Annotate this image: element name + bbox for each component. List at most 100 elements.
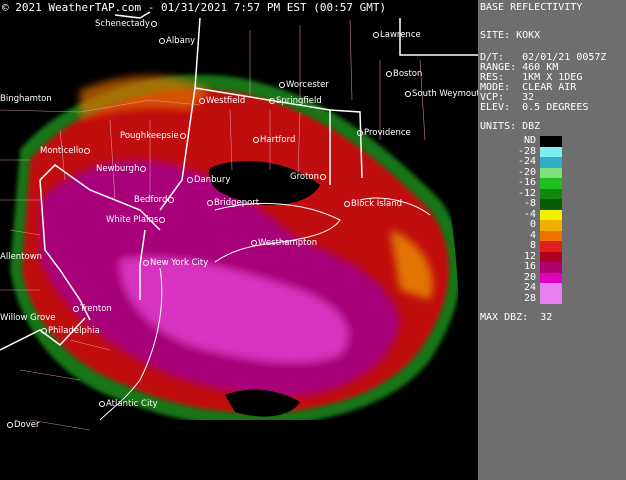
city-name: Westfield bbox=[206, 96, 246, 106]
legend-label: 8 bbox=[529, 240, 536, 251]
city-name: White Plains bbox=[106, 215, 159, 225]
city-name: Worcester bbox=[286, 80, 329, 90]
city-dot-icon bbox=[199, 97, 205, 104]
city-dot-icon bbox=[73, 305, 79, 312]
legend-label: -8 bbox=[523, 198, 536, 209]
city-name: Bridgeport bbox=[214, 198, 260, 208]
city-name: Westhampton bbox=[258, 238, 318, 248]
legend-swatch: 0 bbox=[530, 219, 562, 231]
city-dot-icon bbox=[251, 239, 257, 246]
legend-label: 0 bbox=[529, 219, 536, 230]
city-dot-icon bbox=[168, 196, 175, 203]
city-dot-icon bbox=[269, 97, 275, 104]
city-name: Trenton bbox=[80, 304, 112, 314]
max-dbz-line: MAX DBZ: 32 bbox=[480, 312, 553, 323]
city-dot-icon bbox=[84, 147, 91, 154]
city-label: Block Island bbox=[343, 199, 402, 209]
city-label: Westhampton bbox=[250, 238, 317, 248]
city-label: Providence bbox=[356, 128, 411, 138]
legend-label: 4 bbox=[529, 229, 536, 241]
city-dot-icon bbox=[179, 132, 186, 139]
city-label: New York City bbox=[142, 258, 208, 268]
legend-swatch: 12 bbox=[524, 251, 562, 262]
city-name: Albany bbox=[166, 36, 196, 46]
city-name: Boston bbox=[393, 69, 423, 79]
units-line: UNITS: DBZ bbox=[480, 121, 541, 132]
city-label: Monticello bbox=[40, 146, 91, 156]
legend-label: -4 bbox=[523, 208, 536, 220]
timestamp-banner: © 2021 WeatherTAP.com - 01/31/2021 7:57 … bbox=[2, 1, 387, 14]
city-dot-icon bbox=[207, 199, 213, 206]
legend-label: 12 bbox=[523, 250, 536, 262]
city-label: Westfield bbox=[198, 96, 245, 106]
legend-swatch: -8 bbox=[524, 198, 562, 210]
city-label: Bedford bbox=[134, 195, 175, 205]
city-label: Allentown bbox=[0, 252, 42, 262]
panel-title: BASE REFLECTIVITY bbox=[480, 2, 583, 13]
city-name: Allentown bbox=[0, 252, 43, 262]
city-name: Bedford bbox=[134, 195, 168, 205]
legend-label: ND bbox=[523, 135, 536, 146]
city-dot-icon bbox=[357, 129, 363, 136]
city-dot-icon bbox=[344, 200, 350, 207]
city-name: Dover bbox=[14, 420, 40, 430]
city-dot-icon bbox=[99, 400, 105, 407]
city-dot-icon bbox=[7, 421, 13, 428]
city-name: Block Island bbox=[351, 199, 402, 209]
legend-label: -28 bbox=[517, 145, 536, 157]
legend-swatch: 20 bbox=[524, 272, 562, 283]
city-label: Atlantic City bbox=[98, 399, 158, 409]
city-name: Philadelphia bbox=[48, 326, 100, 336]
dbz-color-legend: ND -28 -24 -20 -16 -12 -8 -4 0 4 8 12 16 20 24 28 bbox=[518, 135, 562, 304]
legend-label: 16 bbox=[523, 261, 536, 272]
legend-swatch: 4 bbox=[530, 230, 562, 241]
city-label: Newburgh bbox=[96, 164, 147, 174]
city-label: Springfield bbox=[268, 96, 322, 106]
city-name: South Weymouth bbox=[412, 89, 478, 99]
city-label: Bridgeport bbox=[206, 198, 259, 208]
city-name: Binghamton bbox=[0, 94, 52, 104]
city-label: Binghamton bbox=[0, 94, 52, 104]
legend-swatch: -12 bbox=[518, 188, 562, 199]
city-label: Groton bbox=[290, 172, 327, 182]
radar-map[interactable]: © 2021 WeatherTAP.com - 01/31/2021 7:57 … bbox=[0, 0, 478, 480]
legend-label: 20 bbox=[523, 271, 536, 283]
city-label: Philadelphia bbox=[40, 326, 100, 336]
city-dot-icon bbox=[187, 176, 193, 183]
city-dot-icon bbox=[159, 216, 166, 223]
city-name: Providence bbox=[364, 128, 411, 138]
city-name: Willow Grove bbox=[0, 313, 56, 323]
legend-label: -12 bbox=[517, 187, 536, 199]
city-dot-icon bbox=[279, 81, 285, 88]
city-name: New York City bbox=[150, 258, 209, 268]
legend-swatch: 16 bbox=[524, 261, 562, 273]
city-label: Boston bbox=[385, 69, 422, 79]
site-line: SITE: KOKX bbox=[480, 30, 541, 41]
city-name: Springfield bbox=[276, 96, 322, 106]
city-label: South Weymouth bbox=[404, 89, 478, 99]
legend-label: -16 bbox=[517, 177, 536, 188]
city-dot-icon bbox=[150, 20, 157, 27]
legend-label: 28 bbox=[523, 292, 536, 304]
legend-label: -20 bbox=[517, 166, 536, 178]
city-dot-icon bbox=[41, 327, 47, 334]
city-name: Lawrence bbox=[380, 30, 421, 40]
city-label: Willow Grove bbox=[0, 313, 56, 323]
city-dot-icon bbox=[140, 165, 147, 172]
city-name: Danbury bbox=[194, 175, 231, 185]
city-dot-icon bbox=[143, 259, 149, 266]
legend-swatch: 28 bbox=[524, 293, 562, 304]
city-label: Dover bbox=[6, 420, 40, 430]
city-dot-icon bbox=[386, 70, 392, 77]
city-name: Monticello bbox=[40, 146, 84, 156]
legend-swatch: -28 bbox=[518, 146, 562, 157]
city-dot-icon bbox=[253, 136, 259, 143]
city-label: Poughkeepsie bbox=[120, 131, 187, 141]
city-label: Lawrence bbox=[372, 30, 421, 40]
legend-swatch: ND bbox=[524, 135, 562, 147]
elevation-line: ELEV: 0.5 DEGREES bbox=[480, 102, 589, 113]
legend-swatch: 8 bbox=[530, 240, 562, 252]
city-label: Schenectady bbox=[95, 19, 158, 29]
legend-swatch: -20 bbox=[518, 167, 562, 178]
city-label: Worcester bbox=[278, 80, 329, 90]
